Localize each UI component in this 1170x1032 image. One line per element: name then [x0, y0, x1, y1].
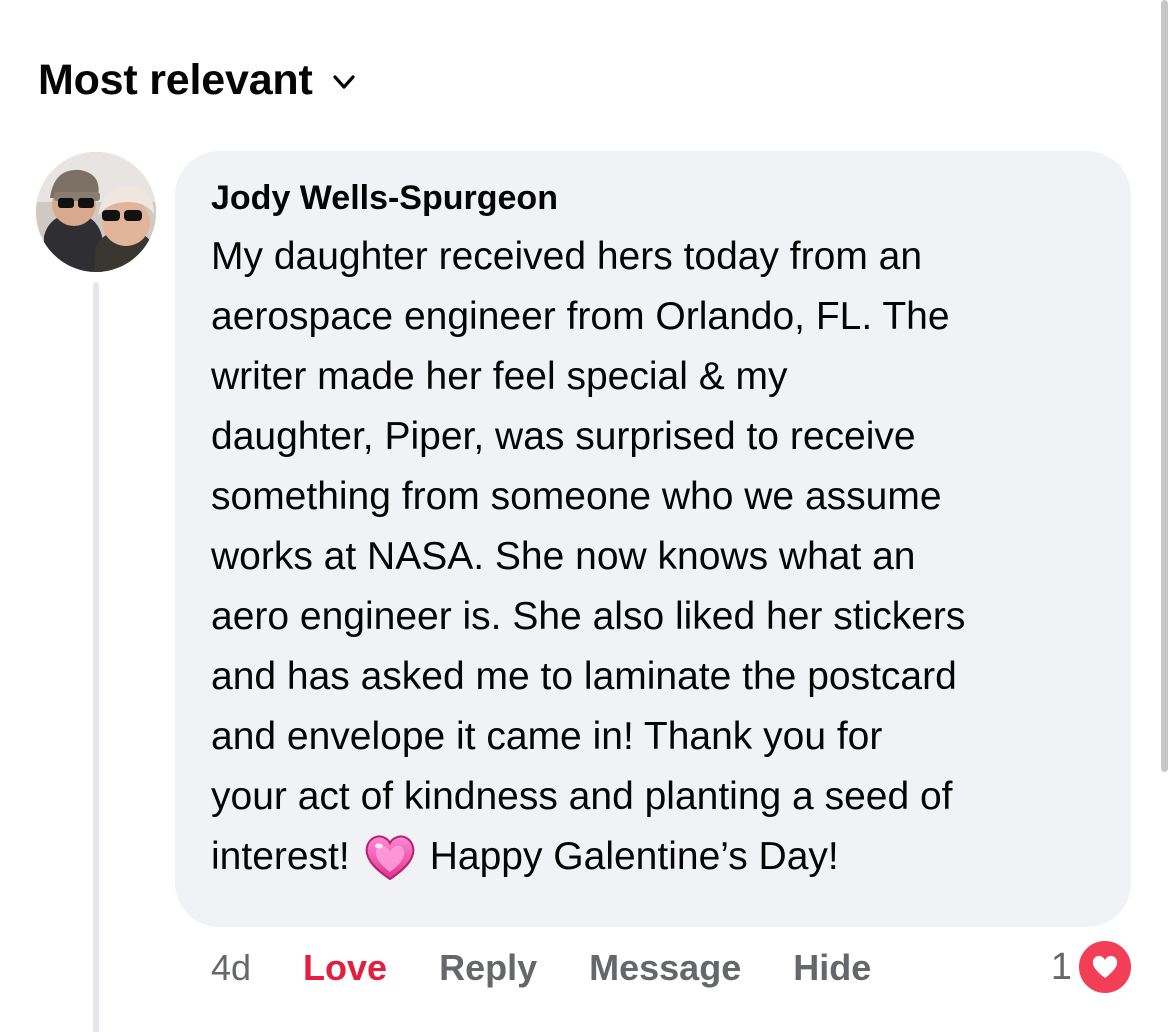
love-reaction-icon: [1076, 938, 1134, 996]
avatar[interactable]: [36, 152, 156, 272]
comment-bubble: Jody Wells-Spurgeon My daughter received…: [175, 151, 1131, 927]
scrollbar-thumb[interactable]: [1161, 0, 1168, 772]
comment-text-after-emoji: Happy Galentine’s Day!: [429, 835, 839, 878]
scrollbar[interactable]: [1156, 0, 1170, 1032]
comments-panel: Most relevant Jody Wells-Spurgeon My dau…: [0, 0, 1170, 1032]
comment-text: My daughter received hers today from an …: [211, 227, 1101, 887]
message-button[interactable]: Message: [589, 947, 741, 989]
sort-label: Most relevant: [38, 55, 313, 104]
comment-timestamp[interactable]: 4d: [211, 947, 251, 989]
comment-text-before-emoji: interest!: [211, 835, 350, 878]
comment-text-main: My daughter received hers today from an …: [211, 235, 966, 818]
reaction-summary[interactable]: 1: [1051, 936, 1134, 998]
sort-dropdown[interactable]: Most relevant: [38, 52, 357, 108]
reply-button[interactable]: Reply: [439, 947, 537, 989]
chevron-down-icon: [331, 69, 357, 95]
love-button[interactable]: Love: [303, 947, 387, 989]
reaction-count: 1: [1050, 945, 1072, 988]
comment-actions: 4d Love Reply Message Hide: [211, 940, 923, 996]
hide-button[interactable]: Hide: [793, 947, 871, 989]
comment-author[interactable]: Jody Wells-Spurgeon: [211, 175, 1101, 221]
sparkling-heart-emoji-icon: [362, 829, 418, 885]
reply-thread-line: [93, 282, 99, 1032]
